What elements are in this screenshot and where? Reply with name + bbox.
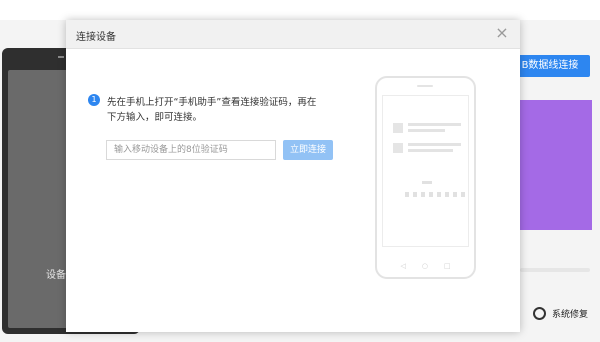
instruction-line-1: 先在手机上打开“手机助手”查看连接验证码，再在 [107, 97, 317, 108]
phone-screen [382, 95, 469, 247]
gear-icon [533, 307, 546, 320]
usb-connect-button[interactable]: B数据线连接 [510, 55, 590, 77]
progress-bar [520, 268, 590, 272]
phone-nav-bar: ◁ ○ □ [377, 262, 474, 270]
connect-device-dialog: 连接设备 × 1 先在手机上打开“手机助手”查看连接验证码，再在 下方输入，即可… [66, 20, 520, 332]
phone-short-line [422, 181, 432, 184]
verification-code-input[interactable]: 输入移动设备上的8位验证码 [106, 140, 276, 160]
step-number-badge: 1 [88, 94, 100, 106]
instruction-line-2: 下方输入，即可连接。 [107, 112, 203, 123]
recent-icon: □ [443, 262, 451, 270]
system-repair-button[interactable]: 系统修复 [533, 307, 588, 320]
home-icon: ○ [421, 262, 428, 270]
background-top-bar [0, 0, 600, 20]
phone-placeholder-rows [393, 123, 461, 173]
close-icon[interactable]: × [494, 25, 510, 41]
phone-speaker [417, 85, 433, 87]
connect-now-button[interactable]: 立即连接 [283, 140, 333, 160]
back-icon: ◁ [400, 262, 406, 270]
dialog-header: 连接设备 × [66, 20, 520, 49]
dialog-title: 连接设备 [76, 32, 116, 43]
device-label: 设备 [46, 270, 66, 281]
phone-illustration: ◁ ○ □ [375, 76, 476, 279]
system-repair-label: 系统修复 [552, 310, 589, 320]
phone-code-dots [405, 192, 465, 197]
promo-card[interactable] [520, 100, 592, 230]
